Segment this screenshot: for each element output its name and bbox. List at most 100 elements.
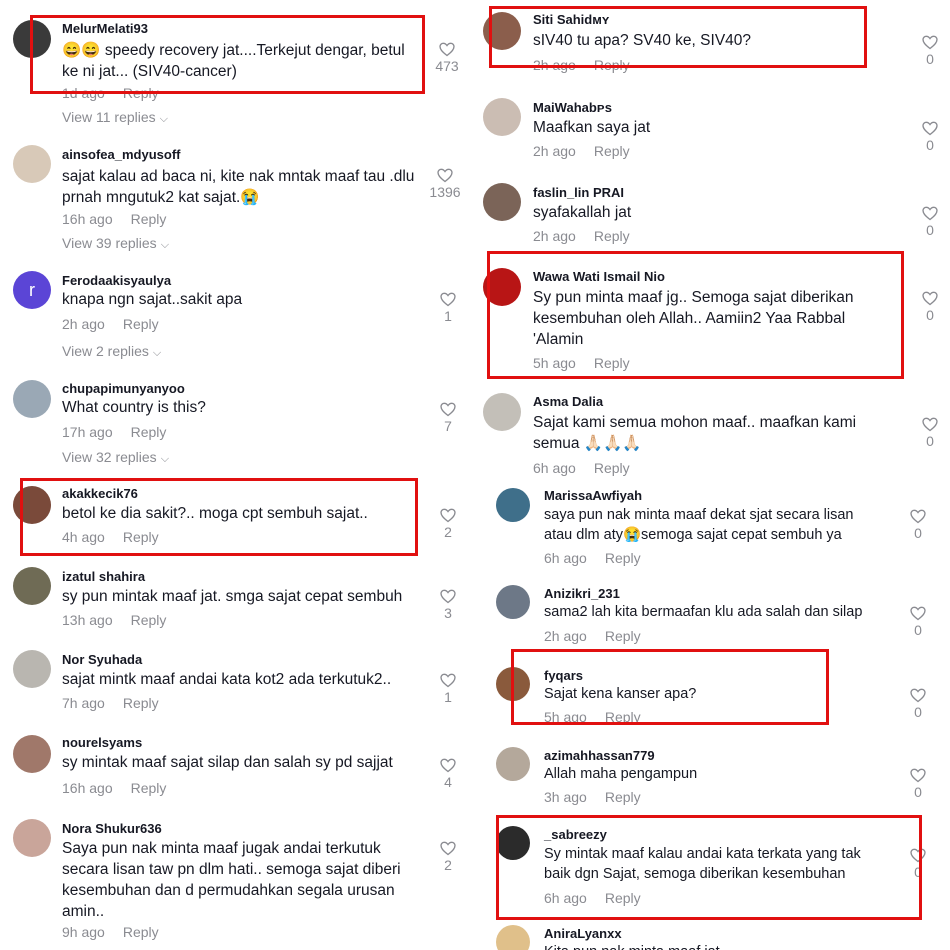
- reply-button[interactable]: Reply: [594, 228, 630, 244]
- reply-button[interactable]: Reply: [594, 355, 630, 371]
- comment-username[interactable]: Anizikri_231: [544, 586, 620, 601]
- avatar[interactable]: [13, 380, 51, 418]
- comment-text: Maafkan saya jat: [533, 119, 651, 136]
- comment-meta: 7h ago Reply: [62, 695, 159, 711]
- reply-button[interactable]: Reply: [594, 143, 630, 159]
- reply-button[interactable]: Reply: [123, 529, 159, 545]
- like-button[interactable]: 473: [427, 42, 467, 74]
- comment-username[interactable]: akakkecik76: [62, 486, 138, 501]
- comment-username[interactable]: azimahhassan779: [544, 748, 655, 763]
- reply-button[interactable]: Reply: [131, 612, 167, 628]
- comment-username[interactable]: Siti Sahidᴍʏ: [533, 12, 609, 27]
- chevron-down-icon: ⌵: [160, 239, 170, 251]
- comment-username[interactable]: MarissaAwfiyah: [544, 488, 642, 503]
- reply-button[interactable]: Reply: [605, 890, 641, 906]
- reply-button[interactable]: Reply: [123, 316, 159, 332]
- like-button[interactable]: 1396: [425, 168, 465, 200]
- like-button[interactable]: 0: [898, 688, 938, 720]
- like-button[interactable]: 0: [898, 848, 938, 880]
- avatar[interactable]: [496, 667, 530, 701]
- reply-button[interactable]: Reply: [605, 628, 641, 644]
- like-button[interactable]: 0: [910, 417, 950, 449]
- avatar[interactable]: [483, 183, 521, 221]
- like-button[interactable]: 7: [428, 402, 468, 434]
- view-replies-label: View 11 replies: [62, 109, 156, 125]
- like-button[interactable]: 0: [910, 121, 950, 153]
- reply-button[interactable]: Reply: [605, 709, 641, 725]
- avatar[interactable]: [496, 925, 530, 950]
- reply-button[interactable]: Reply: [131, 211, 167, 227]
- comment-username[interactable]: faslin_lin PRAI: [533, 185, 624, 200]
- reply-button[interactable]: Reply: [594, 57, 630, 73]
- heart-icon: [922, 35, 938, 50]
- comment-meta: 2h ago Reply: [533, 57, 630, 73]
- reply-button[interactable]: Reply: [123, 695, 159, 711]
- comment-username[interactable]: Nor Syuhada: [62, 652, 142, 667]
- comment-meta: 6h ago Reply: [544, 890, 641, 906]
- like-count: 0: [914, 864, 922, 880]
- comment-text: betol ke dia sakit?.. moga cpt sembuh sa…: [62, 505, 368, 522]
- avatar[interactable]: [496, 747, 530, 781]
- view-replies-button[interactable]: View 11 replies ⌵: [62, 109, 168, 126]
- avatar[interactable]: [13, 20, 51, 58]
- avatar[interactable]: [13, 735, 51, 773]
- comment-username[interactable]: Asma Dalia: [533, 394, 603, 409]
- comment-username[interactable]: _sabreezy: [544, 827, 607, 842]
- like-button[interactable]: 0: [898, 768, 938, 800]
- avatar[interactable]: [13, 486, 51, 524]
- avatar[interactable]: [483, 12, 521, 50]
- avatar[interactable]: r: [13, 271, 51, 309]
- comment-username[interactable]: AniraLyanxx: [544, 926, 622, 941]
- like-button[interactable]: 0: [910, 291, 950, 323]
- avatar[interactable]: [13, 145, 51, 183]
- comment-username[interactable]: Wawa Wati Ismail Nio: [533, 269, 665, 284]
- comment-username[interactable]: MaiWahabᴘs: [533, 100, 612, 115]
- comment-username[interactable]: chupapimunyanyoo: [62, 381, 185, 396]
- like-button[interactable]: 2: [428, 841, 468, 873]
- comment-time: 9h ago: [62, 924, 105, 940]
- reply-button[interactable]: Reply: [123, 924, 159, 940]
- like-button[interactable]: 1: [428, 292, 468, 324]
- like-button[interactable]: 0: [898, 509, 938, 541]
- like-button[interactable]: 3: [428, 589, 468, 621]
- like-button[interactable]: 0: [910, 206, 950, 238]
- comment-username[interactable]: nourelsyams: [62, 735, 142, 750]
- comment-text: What country is this?: [62, 399, 206, 416]
- avatar[interactable]: [483, 98, 521, 136]
- like-button[interactable]: 4: [428, 758, 468, 790]
- view-replies-button[interactable]: View 39 replies ⌵: [62, 235, 169, 252]
- reply-button[interactable]: Reply: [605, 550, 641, 566]
- view-replies-button[interactable]: View 32 replies ⌵: [62, 449, 169, 466]
- heart-icon: [922, 206, 938, 221]
- comment-username[interactable]: MelurMelati93: [62, 21, 148, 36]
- avatar[interactable]: [496, 826, 530, 860]
- avatar[interactable]: [483, 268, 521, 306]
- avatar[interactable]: [496, 488, 530, 522]
- comment-username[interactable]: Nora Shukur636: [62, 821, 162, 836]
- like-button[interactable]: 1: [428, 673, 468, 705]
- like-count: 7: [444, 418, 452, 434]
- reply-button[interactable]: Reply: [131, 424, 167, 440]
- like-button[interactable]: 0: [898, 606, 938, 638]
- like-button[interactable]: 2: [428, 508, 468, 540]
- avatar[interactable]: [13, 819, 51, 857]
- reply-button[interactable]: Reply: [123, 85, 159, 101]
- reply-button[interactable]: Reply: [605, 789, 641, 805]
- like-button[interactable]: 0: [910, 35, 950, 67]
- view-replies-button[interactable]: View 2 replies ⌵: [62, 343, 161, 360]
- comment-username[interactable]: Ferodaakisyaulya: [62, 273, 171, 288]
- avatar[interactable]: [13, 650, 51, 688]
- avatar[interactable]: [496, 585, 530, 619]
- comment-username[interactable]: izatul shahira: [62, 569, 145, 584]
- reply-button[interactable]: Reply: [594, 460, 630, 476]
- reply-button[interactable]: Reply: [131, 780, 167, 796]
- comment-username[interactable]: fyqars: [544, 668, 583, 683]
- like-count: 0: [914, 784, 922, 800]
- heart-icon: [922, 291, 938, 306]
- comment-text: Sy mintak maaf kalau andai kata terkata …: [544, 846, 861, 882]
- comment-text: sama2 lah kita bermaafan klu ada salah d…: [544, 604, 863, 620]
- comment-time: 2h ago: [533, 228, 576, 244]
- comment-username[interactable]: ainsofea_mdyusoff: [62, 147, 180, 162]
- avatar[interactable]: [13, 567, 51, 605]
- avatar[interactable]: [483, 393, 521, 431]
